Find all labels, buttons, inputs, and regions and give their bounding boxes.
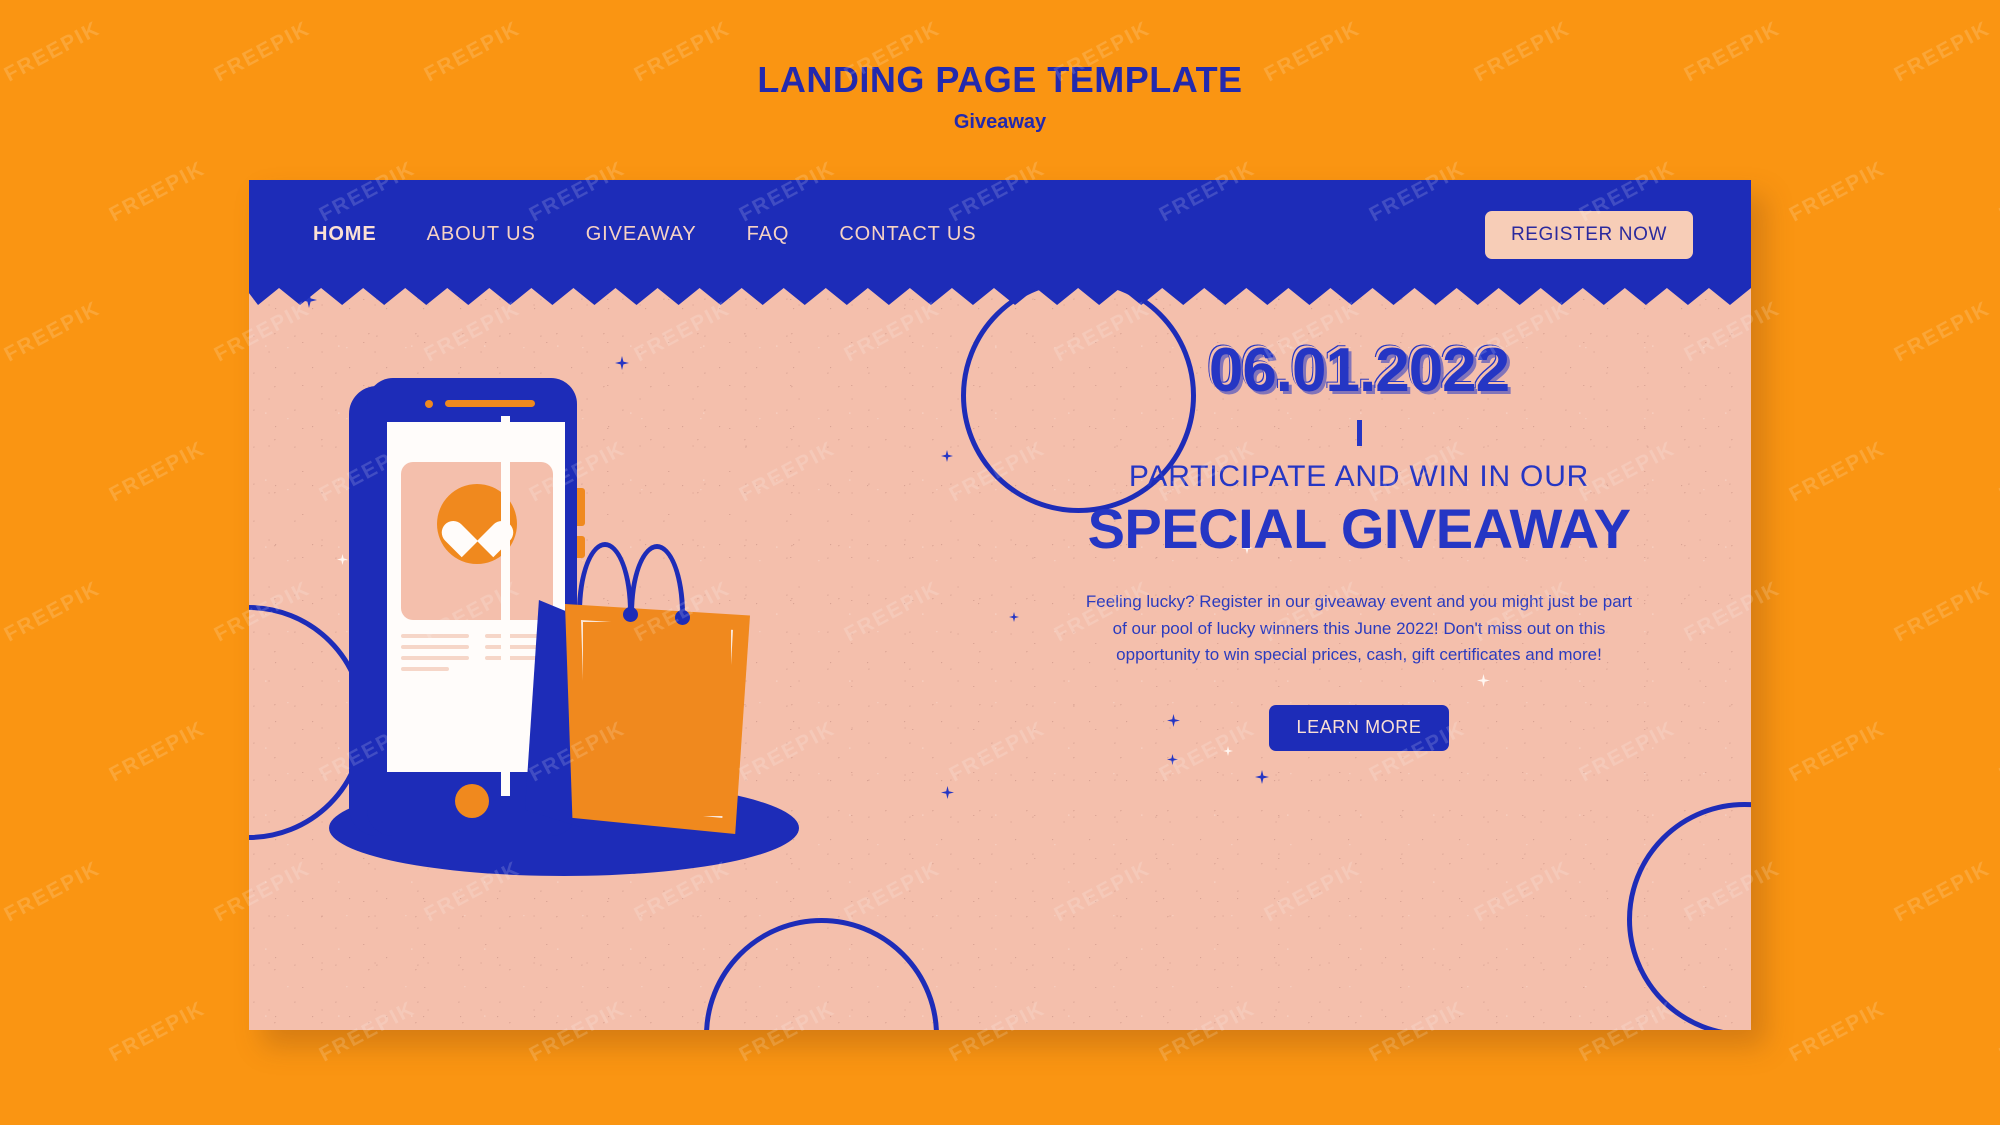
sparkle-icon xyxy=(941,450,953,462)
text-line xyxy=(401,667,449,671)
sparkle-icon xyxy=(1167,754,1178,765)
nav-item-about-us[interactable]: ABOUT US xyxy=(427,223,536,246)
hero-content: 06.01.2022 PARTICIPATE AND WIN IN OUR SP… xyxy=(1009,340,1709,751)
nav-item-faq[interactable]: FAQ xyxy=(747,223,790,246)
watermark-text: FREEPIK xyxy=(0,296,105,367)
phone-camera-icon xyxy=(425,400,433,408)
watermark-text: FREEPIK xyxy=(1785,156,1890,227)
page-title: LANDING PAGE TEMPLATE xyxy=(757,59,1243,100)
event-date: 06.01.2022 xyxy=(1208,336,1510,405)
watermark-text: FREEPIK xyxy=(1995,716,2000,787)
watermark-text: FREEPIK xyxy=(105,436,210,507)
watermark-text: FREEPIK xyxy=(1890,296,1995,367)
phone-side-button xyxy=(577,488,585,526)
watermark-text: FREEPIK xyxy=(0,856,105,927)
watermark-text: FREEPIK xyxy=(1995,156,2000,227)
watermark-text: FREEPIK xyxy=(105,156,210,227)
shopping-bag-icon xyxy=(525,528,785,838)
nav-item-home[interactable]: HOME xyxy=(313,223,377,246)
nav-links: HOME ABOUT US GIVEAWAY FAQ CONTACT US xyxy=(313,180,976,288)
nav-item-giveaway[interactable]: GIVEAWAY xyxy=(586,223,697,246)
text-line xyxy=(401,645,469,649)
watermark-text: FREEPIK xyxy=(1785,436,1890,507)
watermark-text: FREEPIK xyxy=(1995,436,2000,507)
hero-illustration xyxy=(289,360,829,920)
bag-handle-knob xyxy=(675,610,690,625)
phone-edge-highlight xyxy=(501,416,510,796)
bag-handle xyxy=(629,544,685,614)
watermark-text: FREEPIK xyxy=(1890,576,1995,647)
watermark-text: FREEPIK xyxy=(1995,996,2000,1067)
register-now-button[interactable]: REGISTER NOW xyxy=(1484,211,1693,259)
hero-kicker: PARTICIPATE AND WIN IN OUR xyxy=(1128,460,1590,493)
hero-body-text: Feeling lucky? Register in our giveaway … xyxy=(1085,592,1633,665)
text-line xyxy=(401,634,469,638)
watermark-text: FREEPIK xyxy=(1785,716,1890,787)
bag-handle xyxy=(577,542,633,612)
navbar-zigzag-edge xyxy=(249,288,1751,305)
decorative-circle-bottom xyxy=(704,918,939,1030)
landing-page-mockup: 06.01.2022 PARTICIPATE AND WIN IN OUR SP… xyxy=(249,180,1751,1030)
hero-headline: SPECIAL GIVEAWAY xyxy=(1087,497,1631,560)
nav-item-contact-us[interactable]: CONTACT US xyxy=(839,223,976,246)
learn-more-button[interactable]: LEARN MORE xyxy=(1269,704,1449,751)
page-heading: LANDING PAGE TEMPLATE Giveaway xyxy=(0,59,2000,133)
text-column-left xyxy=(401,634,469,678)
bag-handle-knob xyxy=(623,607,638,622)
divider xyxy=(1356,420,1362,446)
watermark-text: FREEPIK xyxy=(1890,856,1995,927)
watermark-text: FREEPIK xyxy=(1785,996,1890,1067)
phone-home-button xyxy=(455,784,489,818)
page-subtitle: Giveaway xyxy=(953,111,1047,133)
watermark-text: FREEPIK xyxy=(105,996,210,1067)
sparkle-icon xyxy=(1255,770,1269,784)
phone-speaker-icon xyxy=(445,400,535,407)
heart-icon xyxy=(455,506,499,546)
text-line xyxy=(401,656,469,660)
bag-border-accent xyxy=(581,620,733,818)
watermark-text: FREEPIK xyxy=(105,716,210,787)
sparkle-icon xyxy=(941,786,954,799)
watermark-text: FREEPIK xyxy=(0,576,105,647)
decorative-circle-right xyxy=(1627,802,1751,1030)
